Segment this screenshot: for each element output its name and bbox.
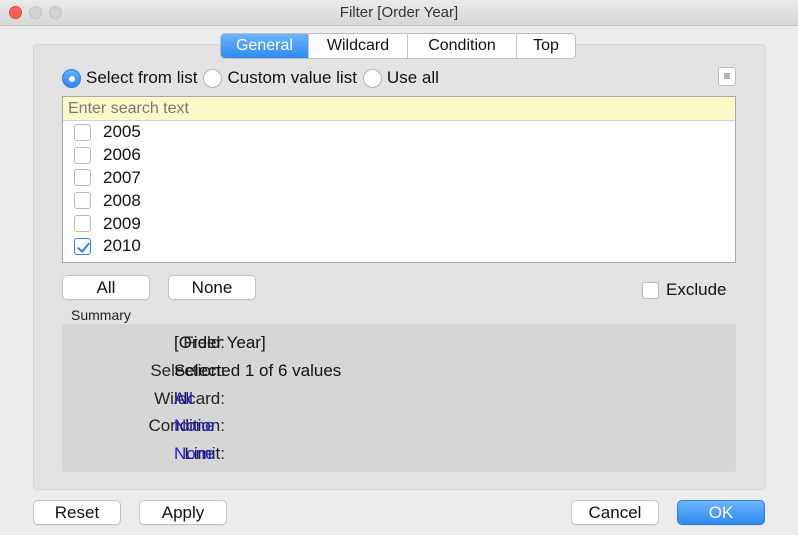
radio-selected-icon[interactable] bbox=[62, 68, 81, 88]
summary-heading: Summary bbox=[71, 307, 131, 323]
summary-link-limit[interactable]: None bbox=[174, 444, 215, 464]
exclude-toggle[interactable]: Exclude bbox=[642, 280, 726, 300]
checkbox[interactable] bbox=[74, 123, 91, 141]
cancel-button[interactable]: Cancel bbox=[571, 500, 659, 525]
summary-link-condition[interactable]: None bbox=[174, 416, 215, 436]
search-input[interactable]: Enter search text bbox=[63, 97, 735, 121]
list-item[interactable]: 2007 bbox=[63, 167, 735, 190]
select-all-button[interactable]: All bbox=[62, 275, 150, 300]
radio-custom-value-list[interactable]: Custom value list bbox=[203, 68, 357, 88]
list-item-label: 2010 bbox=[103, 236, 141, 256]
list-item-label: 2007 bbox=[103, 167, 141, 187]
radio-label: Custom value list bbox=[227, 68, 357, 87]
summary-row-condition: Condition: None bbox=[62, 416, 736, 438]
list-item[interactable]: 2009 bbox=[63, 212, 735, 235]
select-none-button[interactable]: None bbox=[168, 275, 256, 300]
checkbox[interactable] bbox=[74, 146, 91, 164]
exclude-label: Exclude bbox=[666, 280, 727, 299]
radio-select-from-list[interactable]: Select from list bbox=[62, 68, 197, 88]
radio-use-all[interactable]: Use all bbox=[362, 68, 439, 88]
list-item[interactable]: 2006 bbox=[63, 144, 735, 167]
radio-unselected-icon[interactable] bbox=[203, 68, 223, 88]
ok-button[interactable]: OK bbox=[677, 500, 765, 525]
summary-value: Selected 1 of 6 values bbox=[174, 361, 342, 380]
filter-mode-group: Select from list Custom value list Use a… bbox=[62, 67, 445, 89]
summary-row-selection: Selection: Selected 1 of 6 values bbox=[62, 361, 736, 383]
radio-unselected-icon[interactable] bbox=[362, 68, 382, 88]
list-menu-icon[interactable]: ≡ bbox=[718, 67, 736, 86]
list-item-label: 2008 bbox=[103, 190, 141, 210]
summary-link-wildcard[interactable]: All bbox=[174, 389, 193, 409]
checkbox[interactable] bbox=[74, 215, 91, 233]
value-list: Enter search text 2005 2006 2007 2008 20… bbox=[62, 96, 736, 263]
window-title: Filter [Order Year] bbox=[339, 4, 459, 21]
tab-condition[interactable]: Condition bbox=[408, 34, 517, 58]
title-bar: Filter [Order Year] bbox=[0, 0, 798, 26]
list-item[interactable]: 2005 bbox=[63, 121, 735, 144]
radio-label: Use all bbox=[386, 68, 439, 87]
list-item[interactable]: 2010 bbox=[63, 235, 735, 258]
tab-bar: General Wildcard Condition Top bbox=[220, 33, 576, 59]
summary-row-wildcard: Wildcard: All bbox=[62, 389, 736, 411]
summary-row-field: Field: [Order Year] bbox=[62, 333, 736, 355]
tab-general[interactable]: General bbox=[221, 34, 309, 58]
tab-top[interactable]: Top bbox=[517, 34, 575, 58]
checkbox[interactable] bbox=[74, 169, 91, 187]
summary-row-limit: Limit: None bbox=[62, 444, 736, 466]
tab-wildcard[interactable]: Wildcard bbox=[309, 34, 408, 58]
summary-panel: Field: [Order Year] Selection: Selected … bbox=[62, 324, 736, 472]
list-item-label: 2009 bbox=[103, 213, 141, 233]
exclude-checkbox[interactable] bbox=[642, 281, 659, 299]
reset-button[interactable]: Reset bbox=[33, 500, 121, 525]
checkbox-checked[interactable] bbox=[74, 237, 91, 255]
list-item[interactable]: 2008 bbox=[63, 189, 735, 212]
list-item-label: 2006 bbox=[103, 145, 141, 165]
apply-button[interactable]: Apply bbox=[139, 500, 227, 525]
radio-label: Select from list bbox=[86, 68, 198, 87]
summary-value: [Order Year] bbox=[174, 333, 266, 352]
checkbox[interactable] bbox=[74, 192, 91, 210]
list-item-label: 2005 bbox=[103, 122, 141, 142]
